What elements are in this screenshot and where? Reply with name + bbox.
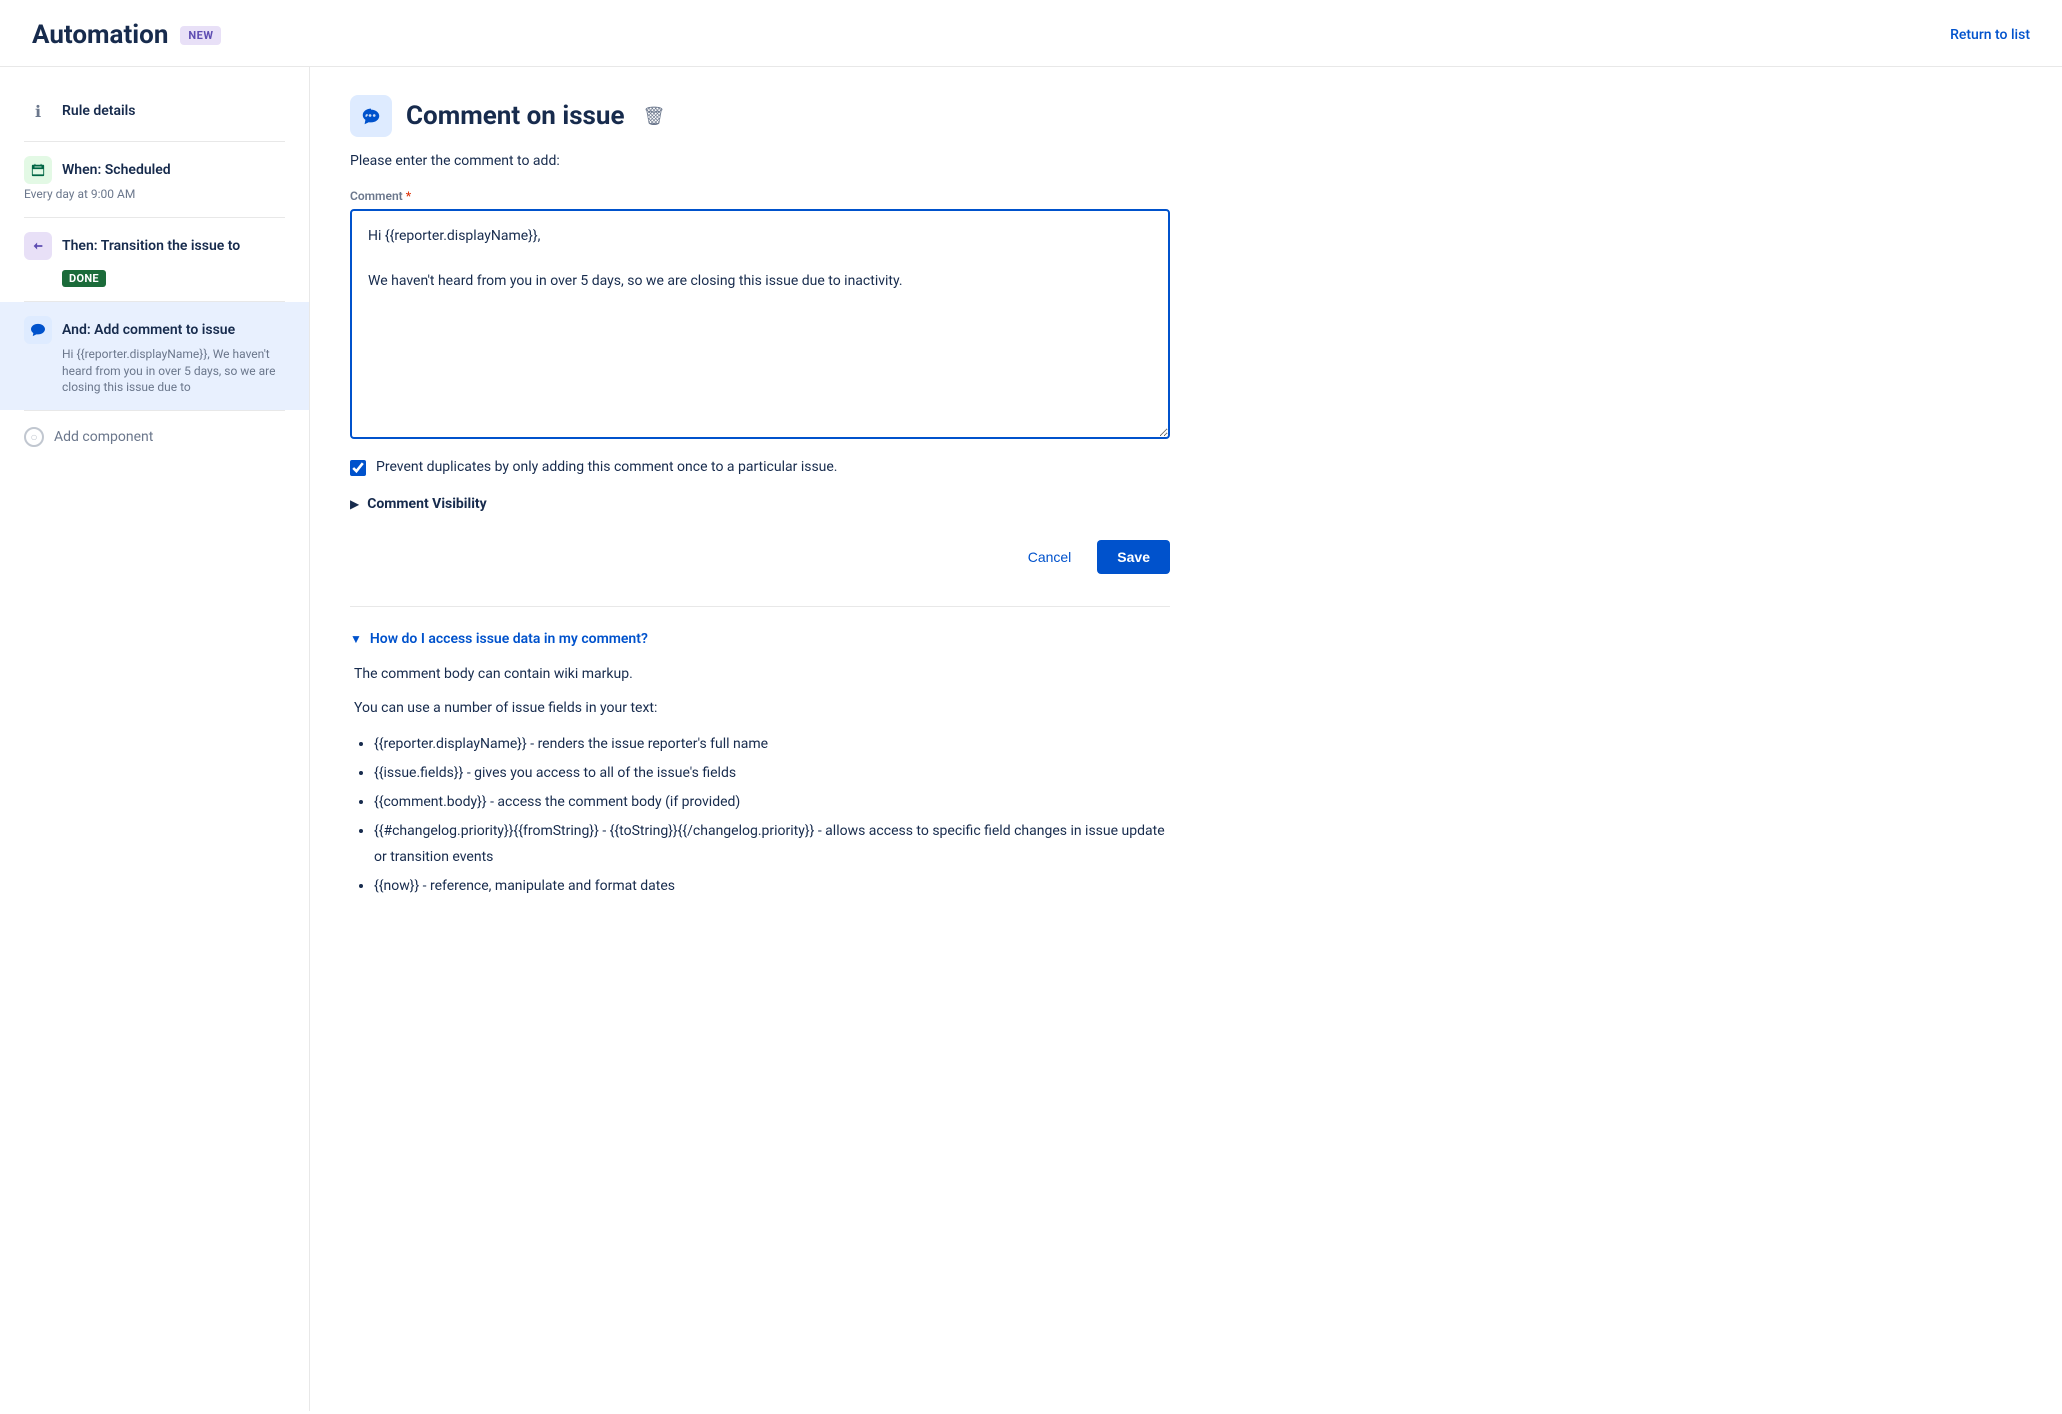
help-list: {{reporter.displayName}} - renders the i…	[350, 732, 1170, 899]
header-left: Automation NEW	[32, 20, 221, 50]
transition-icon	[24, 232, 52, 260]
sidebar-item-then-title: Then: Transition the issue to	[62, 238, 240, 254]
sidebar-item-when-subtitle: Every day at 9:00 AM	[24, 186, 285, 203]
comment-icon	[24, 316, 52, 344]
panel-description: Please enter the comment to add:	[350, 153, 1170, 169]
sidebar-item-when-header: When: Scheduled	[24, 156, 285, 184]
sidebar-item-when-title: When: Scheduled	[62, 162, 171, 178]
sidebar-item-then-transition[interactable]: Then: Transition the issue to DONE	[0, 218, 309, 301]
help-chevron-icon: ▼	[350, 632, 362, 646]
required-star: *	[406, 189, 411, 203]
visibility-label: Comment Visibility	[367, 496, 486, 512]
sidebar-item-and-subtitle: Hi {{reporter.displayName}}, We haven't …	[24, 346, 285, 396]
panel-title: Comment on issue	[406, 101, 625, 131]
help-toggle[interactable]: ▼ How do I access issue data in my comme…	[350, 631, 1170, 647]
panel-header: Comment on issue 🗑	[350, 95, 1170, 137]
sidebar-item-then-header: Then: Transition the issue to	[24, 232, 285, 260]
done-badge: DONE	[62, 270, 106, 287]
help-section: ▼ How do I access issue data in my comme…	[350, 606, 1170, 899]
prevent-duplicates-row: Prevent duplicates by only adding this c…	[350, 459, 1170, 476]
comment-field-label: Comment *	[350, 189, 1170, 203]
page-title: Automation	[32, 20, 168, 50]
add-component-button[interactable]: ○ Add component	[0, 411, 309, 463]
help-title: How do I access issue data in my comment…	[370, 631, 648, 647]
add-component-circle-icon: ○	[24, 427, 44, 447]
header: Automation NEW Return to list	[0, 0, 2062, 67]
sidebar-item-rule-details[interactable]: ℹ Rule details	[0, 83, 309, 141]
add-component-label: Add component	[54, 429, 153, 445]
help-list-item-3: {{comment.body}} - access the comment bo…	[374, 790, 1170, 815]
sidebar-item-when-scheduled[interactable]: When: Scheduled Every day at 9:00 AM	[0, 142, 309, 217]
sidebar-item-and-comment[interactable]: And: Add comment to issue Hi {{reporter.…	[0, 302, 309, 410]
sidebar-item-rule-details-header: ℹ Rule details	[24, 97, 285, 125]
help-text-1: The comment body can contain wiki markup…	[350, 663, 1170, 685]
panel-icon	[350, 95, 392, 137]
action-row: Cancel Save	[350, 540, 1170, 574]
help-list-item-1: {{reporter.displayName}} - renders the i…	[374, 732, 1170, 757]
sidebar: ℹ Rule details When: Scheduled Every day…	[0, 67, 310, 1411]
info-icon: ℹ	[24, 97, 52, 125]
cancel-button[interactable]: Cancel	[1014, 541, 1086, 573]
main-content: Comment on issue 🗑 Please enter the comm…	[310, 67, 1210, 1411]
help-list-item-2: {{issue.fields}} - gives you access to a…	[374, 761, 1170, 786]
calendar-icon	[24, 156, 52, 184]
new-badge: NEW	[180, 26, 221, 45]
comment-visibility-toggle[interactable]: ▶ Comment Visibility	[350, 492, 1170, 516]
main-layout: ℹ Rule details When: Scheduled Every day…	[0, 67, 2062, 1411]
help-text-2: You can use a number of issue fields in …	[350, 697, 1170, 719]
visibility-chevron-icon: ▶	[350, 497, 359, 511]
return-to-list-link[interactable]: Return to list	[1950, 27, 2030, 43]
delete-icon[interactable]: 🗑	[643, 106, 666, 127]
help-list-item-4: {{#changelog.priority}}{{fromString}} - …	[374, 819, 1170, 869]
save-button[interactable]: Save	[1097, 540, 1170, 574]
comment-textarea[interactable]: Hi {{reporter.displayName}}, We haven't …	[350, 209, 1170, 439]
prevent-duplicates-checkbox[interactable]	[350, 460, 366, 476]
sidebar-item-and-title: And: Add comment to issue	[62, 322, 235, 338]
sidebar-item-and-header: And: Add comment to issue	[24, 316, 285, 344]
help-list-item-5: {{now}} - reference, manipulate and form…	[374, 874, 1170, 899]
sidebar-item-rule-details-title: Rule details	[62, 103, 135, 119]
prevent-duplicates-label[interactable]: Prevent duplicates by only adding this c…	[376, 459, 838, 475]
